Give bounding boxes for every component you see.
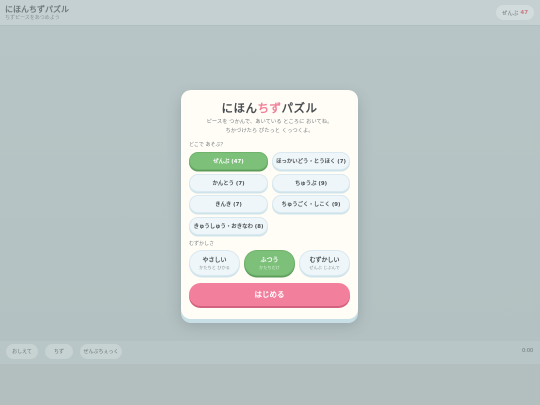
difficulty-hard-sublabel: ぜんぶ じぶんで [309,265,340,270]
timer: 0:00 [522,348,534,354]
map-button: ちず [45,344,73,359]
dialog-title-part2: パズル [281,101,318,115]
difficulty-normal-label: ふつう [260,257,279,264]
region-button-kinki[interactable]: きんき (7) [189,195,268,213]
region-button-chugoku-shikoku[interactable]: ちゅうごく・しこく (9) [272,195,350,213]
start-dialog: にほんちずパズル ピースを つかんで、あいている ところに おいてね。 ちかづけ… [181,90,358,319]
region-button-all[interactable]: ぜんぶ (47) [189,152,268,170]
region-indicator-count: 47 [520,9,529,16]
difficulty-button-hard[interactable]: むずかしい ぜんぶ じぶんで [299,250,350,276]
difficulty-easy-label: やさしい [202,257,227,264]
game-subtitle: ちずピースをあつめよう [5,15,60,21]
dialog-description-line1: ピースを つかんで、あいている ところに おいてね。 [206,119,333,125]
dialog-title-accent: ちず [257,101,282,115]
difficulty-button-normal[interactable]: ふつう かたちだけ [244,250,295,276]
difficulty-button-easy[interactable]: やさしい かたちと ひかる [189,250,240,276]
dialog-title: にほんちずパズル [181,100,358,116]
hint-button: おしえて [6,344,38,359]
region-indicator-label: ぜんぶ [501,10,519,17]
difficulty-normal-sublabel: かたちだけ [259,265,280,270]
check-all-button: ぜんぶちぇっく [80,344,122,359]
dialog-description: ピースを つかんで、あいている ところに おいてね。 ちかづけたら ぴたっと く… [181,118,358,136]
region-button-kanto[interactable]: かんとう (7) [189,174,268,192]
region-button-chubu[interactable]: ちゅうぶ (9) [272,174,350,192]
start-button[interactable]: はじめる [189,283,350,306]
region-button-hokkaido-tohoku[interactable]: ほっかいどう・とうほく (7) [272,152,350,170]
piece-tray [0,364,540,405]
dialog-title-part1: にほん [221,101,258,115]
region-indicator-button: ぜんぶ 47 [496,5,534,20]
dialog-description-line2: ちかづけたら ぴたっと くっつくよ。 [225,128,314,134]
game-footer: おしえて ちず ぜんぶちぇっく 0:00 [0,340,540,364]
difficulty-easy-sublabel: かたちと ひかる [199,265,230,270]
game-header: にほんちずパズル ちずピースをあつめよう ぜんぶ 47 [0,0,540,26]
region-section-label: どこで あそぶ？ [189,142,226,148]
region-button-kyushu-okinawa[interactable]: きゅうしゅう・おきなわ (8) [189,217,268,235]
difficulty-section-label: むずかしさ [189,241,215,247]
difficulty-hard-label: むずかしい [309,257,340,264]
